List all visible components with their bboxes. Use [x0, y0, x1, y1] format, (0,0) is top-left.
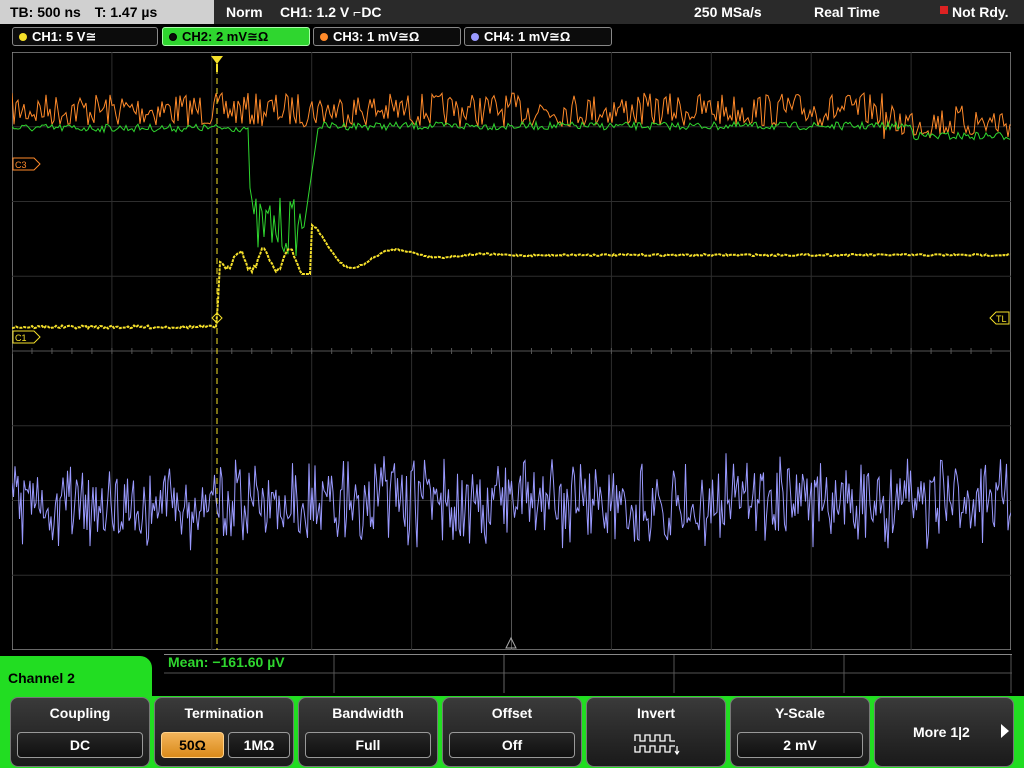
ch3-dot-icon — [320, 33, 328, 41]
bandwidth-title: Bandwidth — [332, 705, 404, 721]
bandwidth-button[interactable]: Bandwidth Full — [298, 697, 438, 767]
offset-title: Offset — [491, 705, 533, 721]
ch3-marker-label: C3 — [15, 160, 27, 170]
bandwidth-value[interactable]: Full — [305, 732, 431, 758]
tab-ch3[interactable]: CH3: 1 mV≅Ω — [313, 27, 461, 46]
ch4-dot-icon — [471, 33, 479, 41]
y-scale-button[interactable]: Y-Scale 2 mV — [730, 697, 870, 767]
tab-ch2[interactable]: CH2: 2 mV≅Ω — [162, 27, 310, 46]
tab-ch4-label: CH4: 1 mV≅Ω — [484, 29, 571, 44]
more-button[interactable]: More 1|2 — [874, 697, 1014, 767]
trigger-mode[interactable]: Norm — [226, 0, 263, 24]
termination-title: Termination — [184, 705, 264, 721]
y-scale-value[interactable]: 2 mV — [737, 732, 863, 758]
waveform-display[interactable]: C3 C1 TL — [12, 52, 1011, 650]
invert-button[interactable]: Invert — [586, 697, 726, 767]
ch1-dot-icon — [19, 33, 27, 41]
termination-1mohm-option[interactable]: 1MΩ — [228, 732, 290, 758]
coupling-button[interactable]: Coupling DC — [10, 697, 150, 767]
sample-rate: 250 MSa/s — [694, 4, 762, 20]
mean-measurement[interactable]: Mean: −161.60 µV — [168, 654, 285, 670]
channel-tabs: CH1: 5 V≅ CH2: 2 mV≅Ω CH3: 1 mV≅Ω CH4: 1… — [0, 24, 1024, 48]
trigger-info[interactable]: CH1: 1.2 V ⌐DC — [280, 0, 382, 24]
acquisition-status: Not Rdy. — [952, 4, 1009, 20]
tab-ch1[interactable]: CH1: 5 V≅ — [12, 27, 158, 46]
trigger-level-label: TL — [996, 314, 1007, 324]
acquisition-mode: Real Time — [814, 4, 880, 20]
ch1-marker-label: C1 — [15, 333, 27, 343]
measurement-strip — [164, 654, 1012, 693]
termination-button[interactable]: Termination 50Ω 1MΩ — [154, 697, 294, 767]
coupling-title: Coupling — [49, 705, 111, 721]
tab-ch1-label: CH1: 5 V≅ — [32, 29, 97, 44]
timebase-box[interactable]: TB: 500 ns T: 1.47 µs — [0, 0, 214, 24]
tab-ch4[interactable]: CH4: 1 mV≅Ω — [464, 27, 612, 46]
ch2-dot-icon — [169, 33, 177, 41]
channel-label: Channel 2 — [0, 656, 152, 700]
coupling-value[interactable]: DC — [17, 732, 143, 758]
ch3-marker[interactable]: C3 — [12, 157, 41, 171]
termination-50ohm-option[interactable]: 50Ω — [161, 732, 224, 758]
status-bar: TB: 500 ns T: 1.47 µs Norm CH1: 1.2 V ⌐D… — [0, 0, 1024, 24]
timebase-value: TB: 500 ns — [10, 4, 81, 20]
y-scale-title: Y-Scale — [775, 705, 825, 721]
invert-waveform-icon — [634, 734, 680, 756]
more-label: More 1|2 — [913, 724, 970, 740]
invert-title: Invert — [636, 705, 676, 721]
tab-ch3-label: CH3: 1 mV≅Ω — [333, 29, 420, 44]
status-indicator-icon — [940, 6, 948, 14]
trigger-time-value: T: 1.47 µs — [94, 4, 158, 20]
offset-button[interactable]: Offset Off — [442, 697, 582, 767]
tab-ch2-label: CH2: 2 mV≅Ω — [182, 29, 269, 44]
offset-value[interactable]: Off — [449, 732, 575, 758]
chevron-right-icon — [1001, 724, 1009, 738]
ch1-marker[interactable]: C1 — [12, 330, 41, 344]
